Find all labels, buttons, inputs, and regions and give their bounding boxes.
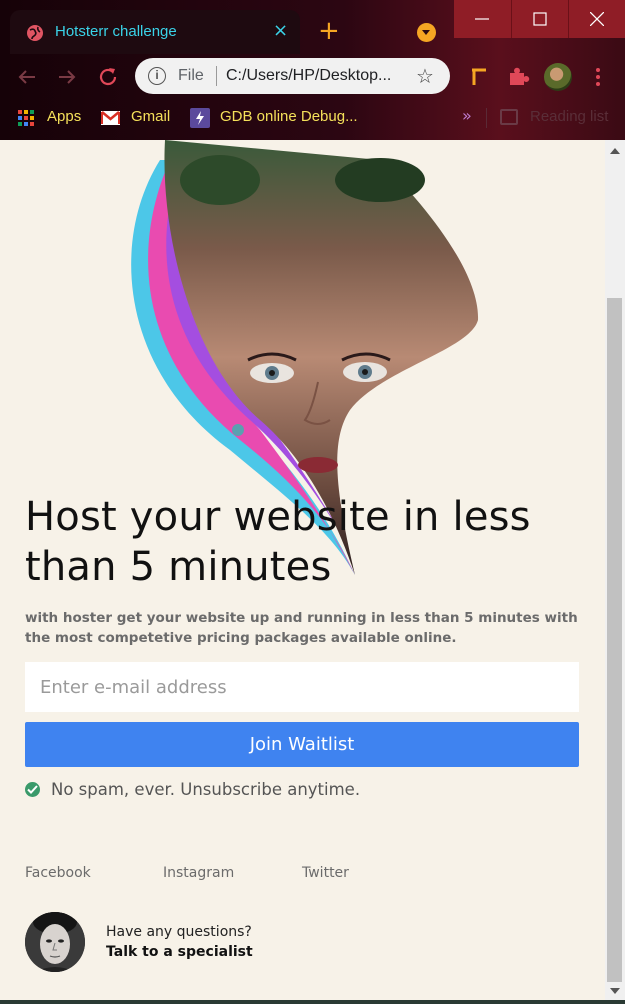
bookmarks-divider [486,108,487,128]
instagram-link[interactable]: Instagram [163,865,234,881]
bookmark-gmail[interactable]: Gmail [100,108,180,128]
browser-chrome: Hotsterr challenge × + i File C:/Users/H… [0,0,625,140]
address-bar[interactable]: i File C:/Users/HP/Desktop... ☆ [135,58,450,94]
twitter-link[interactable]: Twitter [302,865,349,881]
address-url: C:/Users/HP/Desktop... [226,67,392,84]
email-input[interactable] [25,662,579,712]
window-controls [454,0,625,38]
contact-question: Have any questions? [106,924,252,940]
reading-list-label[interactable]: Reading list [530,108,608,125]
tab-search-icon[interactable] [417,23,436,42]
bookmark-label: Gmail [131,108,171,125]
minimize-button[interactable] [454,0,511,38]
address-scheme: File [178,67,204,84]
scroll-down-arrow-icon[interactable] [610,988,620,994]
close-window-button[interactable] [568,0,625,38]
close-icon [590,12,604,26]
minimize-icon [475,18,489,20]
reload-icon[interactable] [95,64,121,90]
tab-close-icon[interactable]: × [273,22,288,40]
bookmark-apps[interactable]: Apps [18,108,88,128]
forward-arrow-icon[interactable] [54,64,80,90]
bookmark-gdb[interactable]: GDB online Debug... [190,108,370,128]
page-headline: Host your website in less than 5 minutes [25,494,531,590]
check-circle-icon [25,782,40,797]
no-spam-text: No spam, ever. Unsubscribe anytime. [51,780,361,799]
profile-avatar[interactable] [544,63,572,91]
extensions-puzzle-icon[interactable] [505,64,531,90]
page-viewport: Host your website in less than 5 minutes… [0,140,605,1000]
globe-icon [27,25,43,41]
bookmark-label: GDB online Debug... [220,108,358,125]
browser-tab[interactable]: Hotsterr challenge × [10,10,300,54]
page-subtext: with hoster get your website up and runn… [25,610,578,646]
page-scrollbar[interactable] [605,140,625,1000]
bookmark-label: Apps [47,108,82,125]
maximize-icon [533,12,547,26]
gmail-icon [101,111,120,125]
back-arrow-icon[interactable] [14,64,40,90]
info-icon[interactable]: i [148,67,166,85]
new-tab-icon[interactable]: + [318,18,340,44]
maximize-button[interactable] [511,0,568,38]
bookmark-star-icon[interactable]: ☆ [416,64,434,88]
specialist-avatar [25,912,85,972]
menu-kebab-icon[interactable] [585,64,611,90]
scroll-up-arrow-icon[interactable] [610,148,620,154]
gdb-bolt-icon [190,108,210,128]
facebook-link[interactable]: Facebook [25,865,91,881]
scroll-thumb[interactable] [607,298,622,982]
tab-title: Hotsterr challenge [55,23,177,40]
talk-to-specialist-link[interactable]: Talk to a specialist [106,944,253,960]
reading-list-icon[interactable] [500,109,518,125]
window-bottom-edge [0,1000,625,1004]
join-waitlist-button[interactable]: Join Waitlist [25,722,579,767]
more-bookmarks-icon[interactable]: » [462,106,472,125]
extension-tool-icon[interactable] [466,64,492,90]
address-divider [216,66,217,86]
portrait-lips [298,457,338,473]
browser-toolbar: i File C:/Users/HP/Desktop... ☆ [0,56,625,98]
apps-grid-icon [18,110,34,126]
